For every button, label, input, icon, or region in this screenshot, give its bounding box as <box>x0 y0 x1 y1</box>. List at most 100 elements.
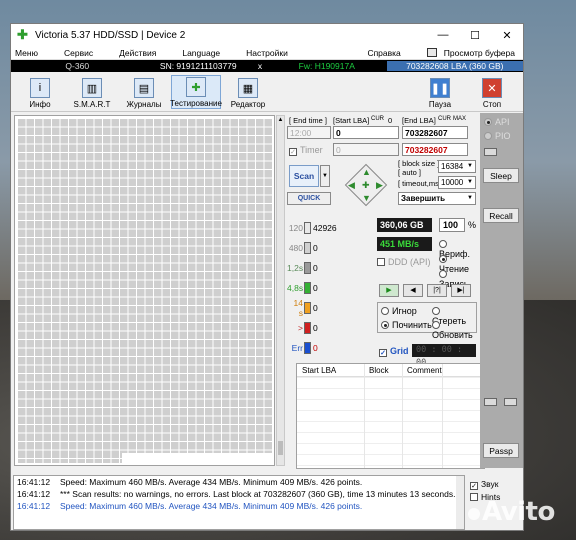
clipboard-view-button[interactable]: Просмотр буфера <box>423 47 523 58</box>
logs-button[interactable]: ▤ Журналы <box>119 75 169 109</box>
timer-checkbox[interactable]: ✓ Timer <box>289 145 323 156</box>
menu-actions[interactable]: Действия <box>115 48 160 58</box>
pio-radio-icon <box>484 132 492 140</box>
api-radio[interactable]: API <box>484 117 510 127</box>
device-model: Q-360 <box>65 61 90 71</box>
back-icon[interactable]: ◀ <box>403 284 423 297</box>
timer-input[interactable]: 0 <box>333 143 399 156</box>
timeout-dropdown-icon[interactable]: ▼ <box>465 177 475 188</box>
smart-chart-icon: ▥ <box>82 78 102 98</box>
menu-language[interactable]: Language <box>178 48 224 58</box>
stop-icon: ✕ <box>482 78 502 98</box>
skip-end-icon[interactable]: ▶| <box>451 284 471 297</box>
log-time: 16:41:12 <box>17 501 51 511</box>
scan-grid-remainder <box>122 453 274 465</box>
cur-end-label[interactable]: CUR <box>438 116 451 122</box>
timeout-label: [ timeout,ms ] <box>398 179 444 188</box>
menu-settings[interactable]: Настройки <box>242 48 292 58</box>
end-time-input[interactable]: 12:00 <box>287 126 331 139</box>
sound-checkbox[interactable]: ✓ Звук <box>470 479 522 492</box>
testing-tab[interactable]: ✚ Тестирование <box>170 75 222 109</box>
start-lba-input[interactable]: 0 <box>333 126 399 139</box>
grid-checkbox[interactable]: ✓ Grid <box>379 346 409 357</box>
col-start-lba[interactable]: Start LBA <box>297 366 364 375</box>
pio-radio[interactable]: PIO <box>484 131 511 141</box>
max-label[interactable]: MAX <box>453 116 466 122</box>
scroll-up-icon[interactable]: ▲ <box>277 116 284 125</box>
timer-label: Timer <box>300 145 323 155</box>
scan-button[interactable]: Scan <box>289 165 319 187</box>
rp-toggle-button[interactable] <box>484 148 497 156</box>
cur-label[interactable]: CUR <box>371 116 384 122</box>
block-size-select[interactable]: 16384 ▼ <box>438 160 476 173</box>
finish-action-select[interactable]: Завершить ▼ <box>398 192 476 205</box>
percent-sign: % <box>468 220 477 230</box>
log-scrollbar[interactable] <box>456 476 464 529</box>
testing-label: Тестирование <box>170 99 222 108</box>
quick-button[interactable]: QUICK <box>287 192 331 205</box>
block-size-dropdown-icon[interactable]: ▼ <box>465 161 475 172</box>
device-serial: SN: 9191211103779 <box>159 61 237 71</box>
legend-count: 0 <box>313 282 318 293</box>
col-divider <box>442 364 443 468</box>
timer-check-icon: ✓ <box>289 148 297 156</box>
legend-ms: 1,2s <box>287 262 304 273</box>
recall-button[interactable]: Recall <box>483 208 519 223</box>
info-button[interactable]: i Инфо <box>15 75 65 109</box>
menu-help[interactable]: Справка <box>363 48 404 58</box>
menu-service[interactable]: Сервис <box>60 48 97 58</box>
finish-action-dropdown-icon[interactable]: ▼ <box>465 193 475 204</box>
legend-ms: 120 <box>288 222 303 233</box>
info-icon: i <box>30 78 50 98</box>
defects-table-body <box>297 377 484 468</box>
right-panel: API PIO Sleep Recall Passp <box>480 113 523 468</box>
dpad-right-icon[interactable]: ▶ <box>376 180 383 191</box>
pio-label: PIO <box>495 131 511 141</box>
ignore-radio[interactable]: Игнор <box>381 306 417 316</box>
dpad-up-icon[interactable]: ▲ <box>362 167 371 177</box>
avito-logo-icon <box>468 508 480 520</box>
smart-button[interactable]: ▥ S.M.A.R.T <box>67 75 117 109</box>
play-icon[interactable]: ▶ <box>379 284 399 297</box>
seek-unknown-icon[interactable]: |?| <box>427 284 447 297</box>
stop-label: Стоп <box>482 100 502 109</box>
menu-main[interactable]: Меню <box>11 48 42 58</box>
end-lba-input[interactable]: 703282607 <box>402 126 468 139</box>
legend-swatch <box>304 281 311 294</box>
dpad-down-icon[interactable]: ▼ <box>362 193 371 203</box>
scroll-thumb[interactable] <box>278 441 283 455</box>
pause-label: Пауза <box>428 100 452 109</box>
scan-map-scrollbar[interactable]: ▲ <box>276 115 285 466</box>
editor-button[interactable]: ▦ Редактор <box>223 75 273 109</box>
dpad-left-icon[interactable]: ◀ <box>348 180 355 191</box>
pause-button[interactable]: ❚❚ Пауза <box>415 75 465 109</box>
window-title: Victoria 5.37 HDD/SSD | Device 2 <box>35 29 186 41</box>
close-button[interactable]: ✕ <box>491 24 523 46</box>
maximize-button[interactable]: ☐ <box>459 24 491 46</box>
timeout-select[interactable]: 10000 ▼ <box>438 176 476 189</box>
grid-label: Grid <box>390 346 409 356</box>
end-lba-current[interactable]: 703282607 <box>402 143 468 156</box>
scan-timer-display: 00 : 00 : 00 <box>412 344 476 368</box>
info-close-icon[interactable]: x <box>253 61 267 71</box>
refresh-radio[interactable]: Обновить <box>432 320 476 340</box>
legend-count: 0 <box>313 302 318 313</box>
minimize-button[interactable]: — <box>427 24 459 46</box>
defects-table: Start LBA Block Comment <box>296 363 485 469</box>
victoria-logo-icon: ✚ <box>17 27 28 42</box>
repair-radio[interactable]: Починить <box>381 320 432 330</box>
rp-small-left-button[interactable] <box>484 398 497 406</box>
dpad-center-icon[interactable]: ✚ <box>362 180 370 191</box>
ignore-radio-icon <box>381 307 389 315</box>
logs-icon: ▤ <box>134 78 154 98</box>
editor-label: Редактор <box>230 100 266 109</box>
col-block[interactable]: Block <box>364 366 402 375</box>
scan-dropdown-icon[interactable]: ▼ <box>320 165 330 187</box>
ddd-api-checkbox[interactable]: DDD (API) <box>377 257 431 267</box>
passp-button[interactable]: Passp <box>483 443 519 458</box>
sleep-button[interactable]: Sleep <box>483 168 519 183</box>
block-size-label: [ block size ] <box>398 159 440 168</box>
rp-small-right-button[interactable] <box>504 398 517 406</box>
block-auto-label[interactable]: [ auto ] <box>398 168 421 177</box>
stop-button[interactable]: ✕ Стоп <box>467 75 517 109</box>
